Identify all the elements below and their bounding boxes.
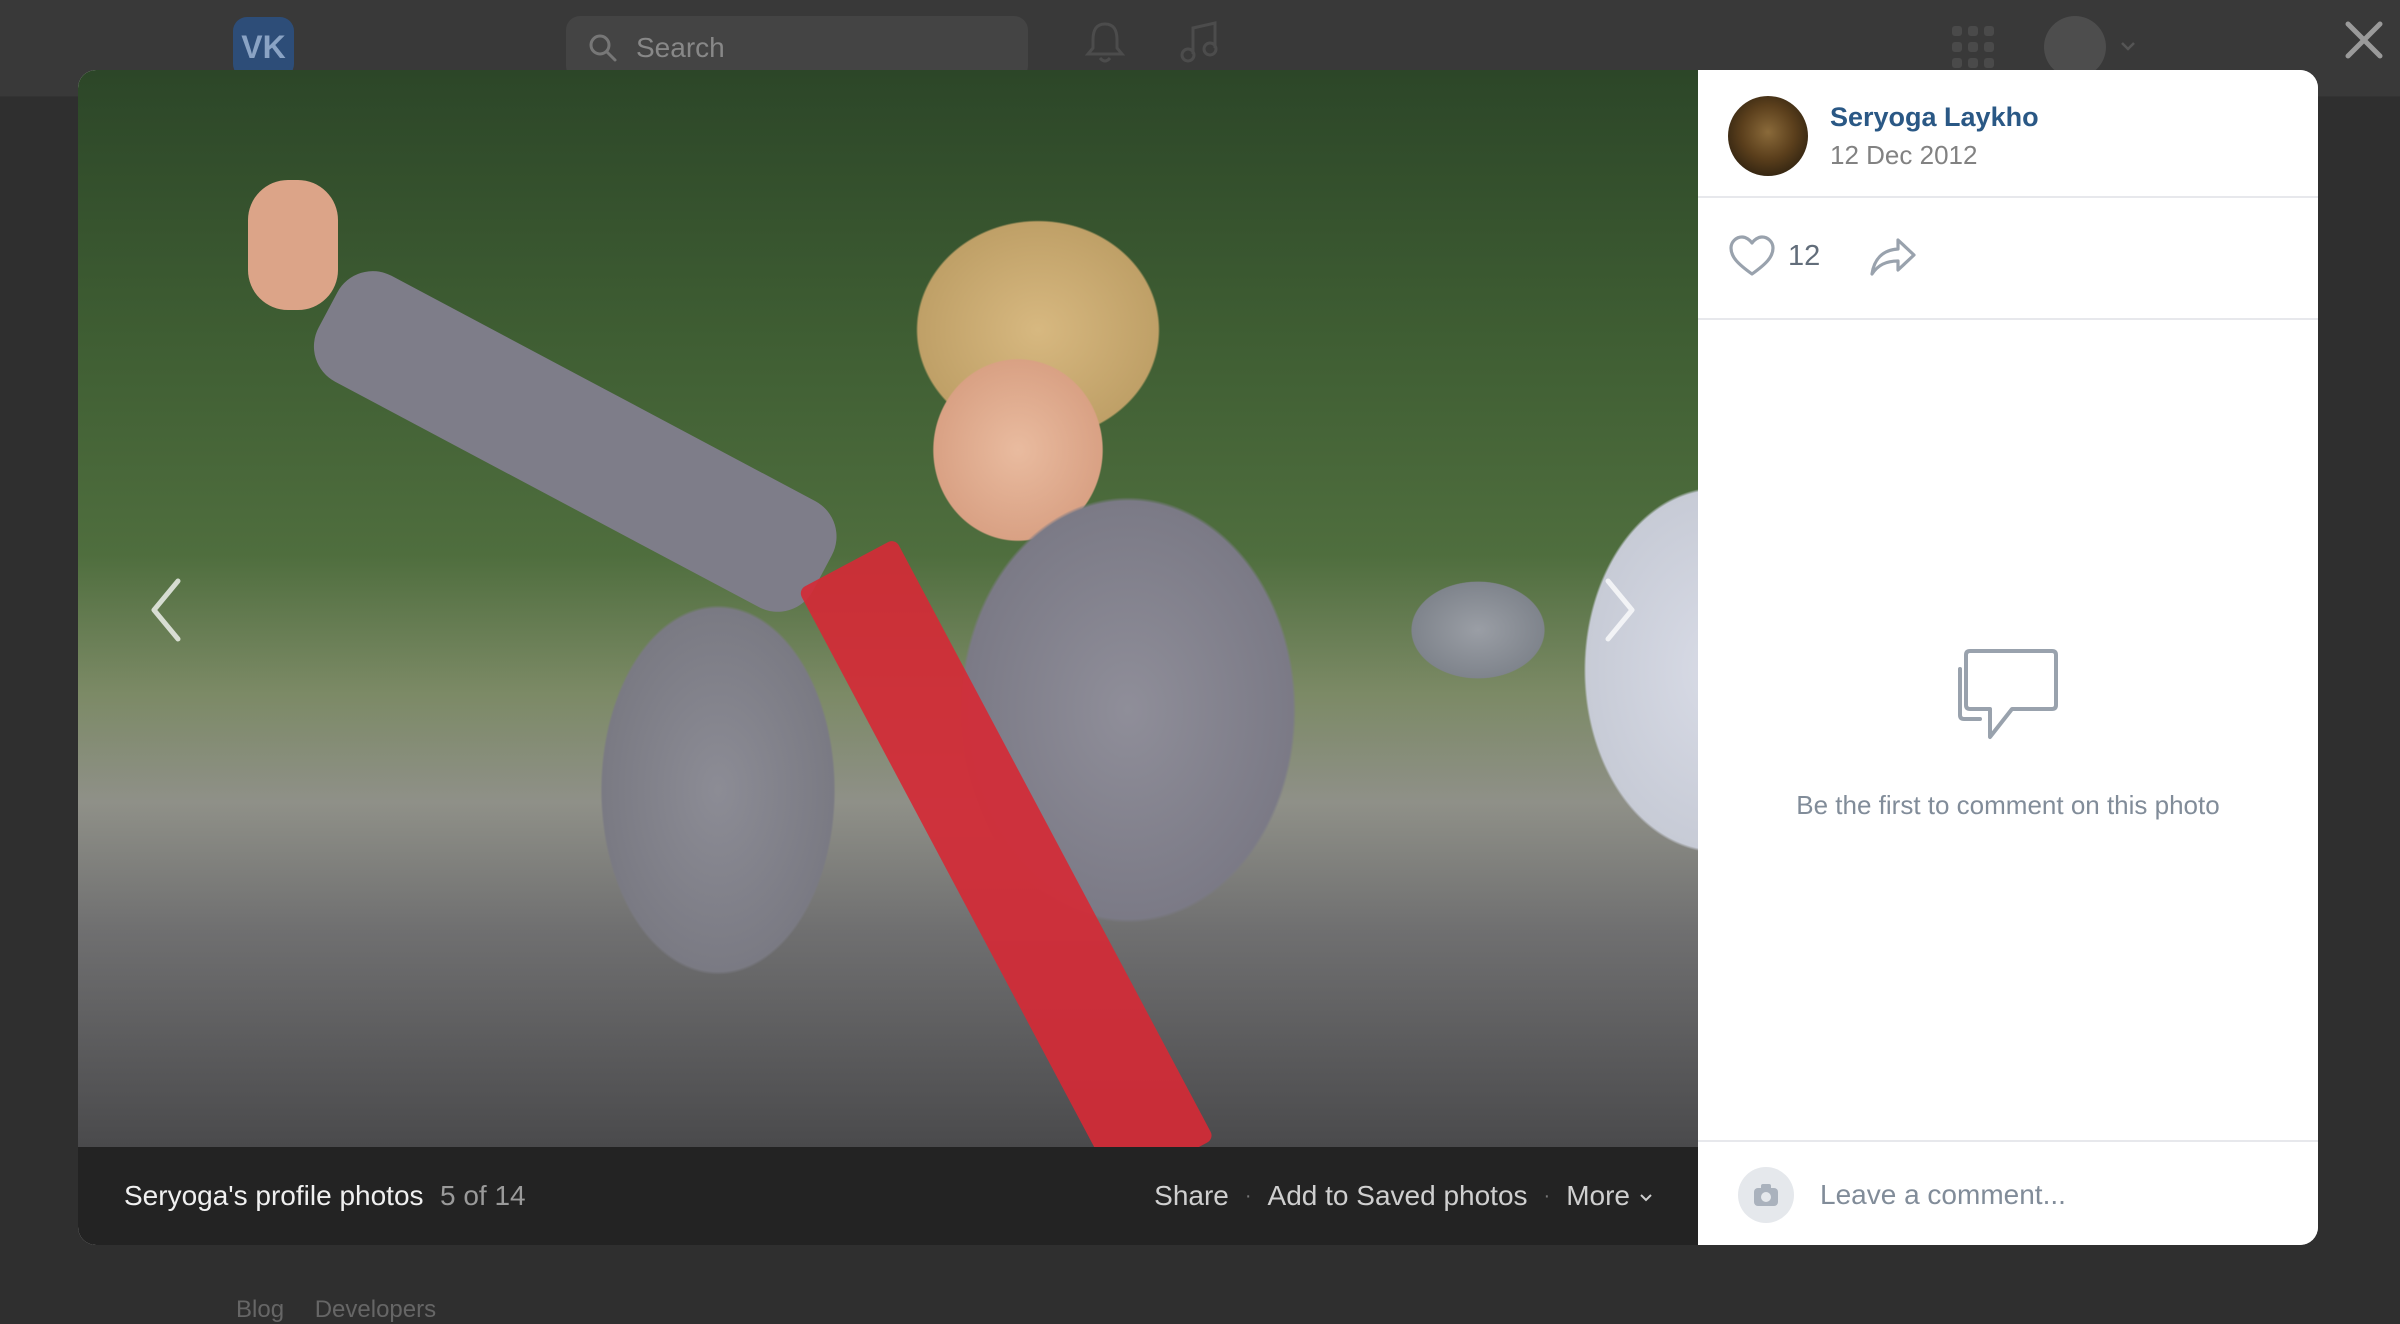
author-avatar[interactable] (1728, 96, 1808, 176)
photo-position: 5 of 14 (440, 1180, 526, 1211)
avatar[interactable] (2044, 16, 2106, 78)
photo-detail (248, 180, 338, 310)
music-icon[interactable] (1175, 18, 1225, 68)
share-button[interactable]: Share (1154, 1180, 1229, 1212)
search-placeholder: Search (636, 32, 725, 63)
footer-links: Blog Developers (236, 1296, 460, 1324)
chevron-down-icon[interactable] (2118, 36, 2138, 56)
like-count: 12 (1788, 240, 1821, 272)
album-title[interactable]: Seryoga's profile photos (124, 1180, 424, 1212)
footer-link-blog[interactable]: Blog (236, 1296, 284, 1323)
vk-logo[interactable]: VK (233, 17, 294, 78)
more-label: More (1566, 1180, 1630, 1211)
close-icon[interactable] (2340, 16, 2388, 64)
more-button[interactable]: More (1566, 1180, 1654, 1212)
comment-composer (1698, 1140, 2318, 1245)
search-icon (589, 34, 617, 62)
attach-photo-button[interactable] (1738, 1167, 1794, 1223)
empty-comments-text: Be the first to comment on this photo (1796, 790, 2220, 820)
author-name[interactable]: Seryoga Laykho (1830, 102, 2039, 133)
photo-detail (798, 538, 1215, 1147)
reactions-bar: 12 (1698, 198, 2318, 320)
comment-icon (1958, 649, 2058, 739)
heart-icon[interactable] (1728, 234, 1776, 278)
photo-viewer: Seryoga's profile photos 5 of 14 Share ·… (78, 70, 2318, 1245)
photo-info-bar: Seryoga's profile photos 5 of 14 Share ·… (78, 1147, 1698, 1245)
apps-icon[interactable] (1952, 26, 1994, 68)
bell-icon[interactable] (1080, 18, 1130, 68)
photo-actions: Share · Add to Saved photos · More (1154, 1180, 1654, 1212)
separator: · (1244, 1184, 1252, 1207)
chevron-right-icon[interactable] (1598, 575, 1642, 645)
chevron-left-icon[interactable] (144, 575, 188, 645)
author-block: Seryoga Laykho 12 Dec 2012 (1698, 70, 2318, 198)
photo-detail (299, 257, 851, 626)
separator: · (1543, 1184, 1551, 1207)
add-to-saved-button[interactable]: Add to Saved photos (1268, 1180, 1528, 1212)
comment-input[interactable] (1818, 1164, 2292, 1226)
photo[interactable] (78, 70, 1698, 1147)
camera-icon (1754, 1184, 1778, 1206)
footer-link-developers[interactable]: Developers (315, 1296, 436, 1323)
photo-side-panel: Seryoga Laykho 12 Dec 2012 12 Be the fir… (1698, 70, 2318, 1245)
chevron-down-icon (1640, 1193, 1652, 1202)
photo-date: 12 Dec 2012 (1830, 140, 1978, 170)
share-icon[interactable] (1868, 236, 1918, 278)
